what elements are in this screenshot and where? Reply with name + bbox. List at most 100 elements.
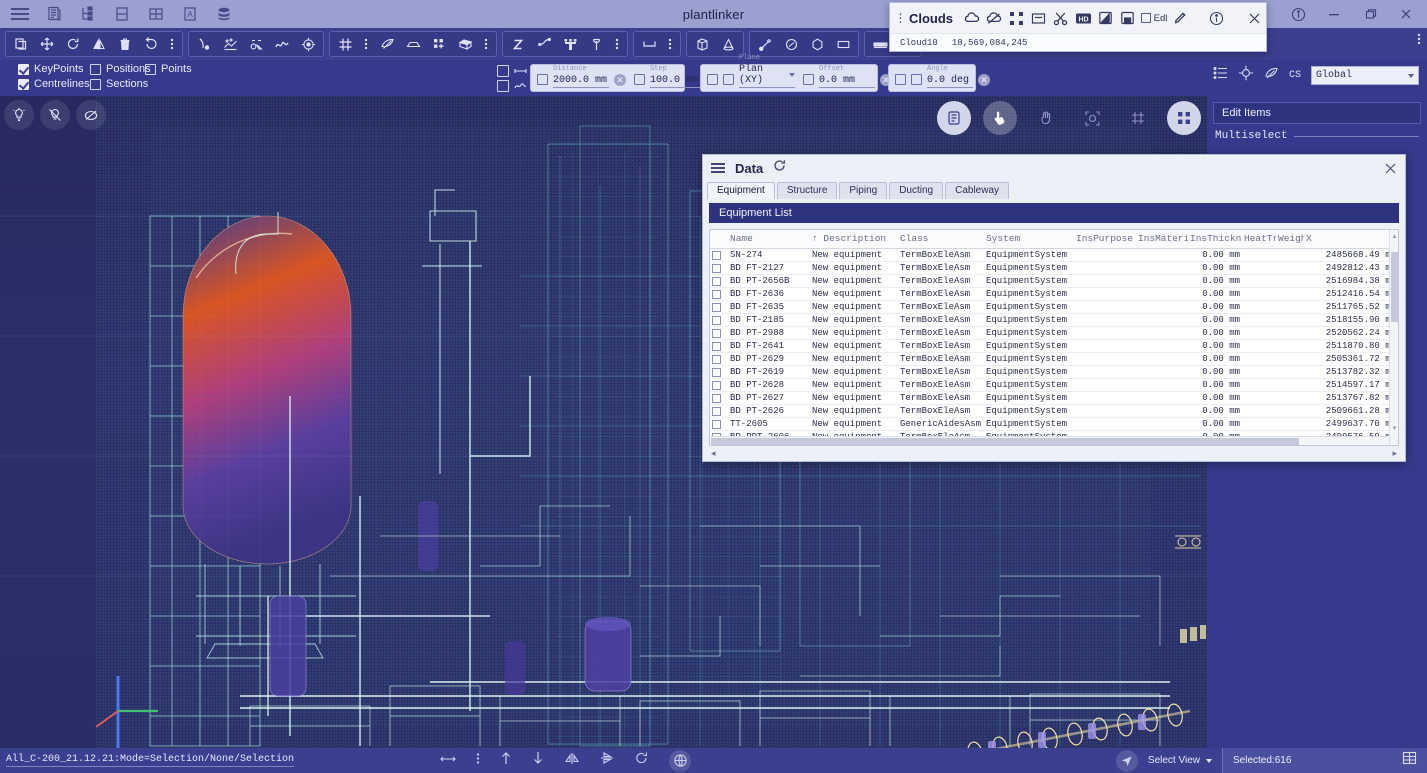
copy-icon[interactable] <box>8 32 34 56</box>
elbow-icon[interactable] <box>531 32 557 56</box>
table-vertical-scrollbar[interactable]: ▴ ▾ <box>1389 230 1398 445</box>
checkbox-box[interactable] <box>537 74 548 85</box>
offset-field[interactable]: Offset 0.0 mm ✕ <box>803 57 892 88</box>
checkbox-box[interactable] <box>634 74 645 85</box>
zoom-window-icon[interactable] <box>1075 101 1109 135</box>
scroll-down-icon[interactable]: ▾ <box>1391 424 1398 433</box>
surface-fit-icon[interactable] <box>217 32 243 56</box>
leaf-icon[interactable] <box>1264 66 1279 86</box>
lightbulb-off-icon[interactable] <box>40 100 70 130</box>
checkbox-sections[interactable]: Points <box>145 63 192 75</box>
row-checkbox[interactable] <box>710 313 728 327</box>
table-row[interactable]: TT-2605 New equipment GenericAidesAsm Equip… <box>710 417 1398 431</box>
z-axis-icon[interactable] <box>505 32 531 56</box>
rotate-icon[interactable] <box>634 751 649 770</box>
move-icon[interactable] <box>34 32 60 56</box>
row-checkbox[interactable] <box>710 391 728 405</box>
refresh-icon[interactable] <box>773 159 786 177</box>
fullscreen-icon[interactable] <box>1005 7 1027 29</box>
box-icon[interactable] <box>452 32 478 56</box>
pen-icon[interactable] <box>1169 7 1191 29</box>
col-x[interactable]: X <box>1304 230 1398 249</box>
col-insmaterial[interactable]: InsMaterial <box>1136 230 1188 249</box>
col-heattrace[interactable]: HeatTrace <box>1242 230 1276 249</box>
arrows-h-icon[interactable] <box>440 752 456 770</box>
globe-icon[interactable] <box>669 749 691 772</box>
table-row[interactable]: BD PT-2626 New equipment TermBoxEleAsm Equi… <box>710 404 1398 418</box>
row-checkbox[interactable] <box>710 274 728 288</box>
row-checkbox[interactable] <box>710 417 728 431</box>
flip-v-icon[interactable] <box>600 751 614 770</box>
data-window[interactable]: Data Equipment Structure Piping Ducting … <box>702 154 1406 462</box>
no-symbol-icon[interactable] <box>76 100 106 130</box>
row-checkbox[interactable] <box>710 261 728 275</box>
tab-structure[interactable]: Structure <box>776 182 838 199</box>
table-horizontal-scrollbar[interactable] <box>710 436 1389 445</box>
grid-view-icon[interactable] <box>142 3 170 25</box>
col-insthickness[interactable]: InsThickness <box>1188 230 1242 249</box>
slab-icon[interactable] <box>400 32 426 56</box>
plane-field[interactable]: Plane Plan (XY) <box>707 46 795 88</box>
cloud-off-icon[interactable] <box>983 7 1005 29</box>
split-view-icon[interactable] <box>108 3 136 25</box>
grid-snap-icon[interactable] <box>1121 101 1155 135</box>
table-row[interactable]: BD FT-2635 New equipment TermBoxEleAsm Equi… <box>710 300 1398 314</box>
row-checkbox[interactable] <box>710 300 728 314</box>
target-icon[interactable] <box>295 32 321 56</box>
tree-icon[interactable] <box>74 3 102 25</box>
mirror-icon[interactable] <box>86 32 112 56</box>
plane-value[interactable]: Plan (XY) <box>739 64 795 88</box>
fit-all-icon[interactable] <box>1167 101 1201 135</box>
step-value[interactable]: 100.0 mm <box>650 75 706 88</box>
angle-value[interactable]: 0.0 deg <box>927 75 973 88</box>
col-class[interactable]: Class <box>898 230 984 249</box>
arrow-up-icon[interactable] <box>500 751 512 770</box>
tab-equipment[interactable]: Equipment <box>707 182 775 199</box>
table-row[interactable]: BD PT-2627 New equipment TermBoxEleAsm Equi… <box>710 391 1398 405</box>
clouds-row[interactable]: Cloud10 18,569,084,245 <box>890 33 1266 51</box>
layers-icon[interactable] <box>937 101 971 135</box>
table-row[interactable]: BD PT-2656B New equipment TermBoxEleAsm Equ… <box>710 274 1398 288</box>
angle-field[interactable]: Angle 0.0 deg ✕ <box>895 57 990 88</box>
checkbox-box[interactable] <box>895 74 906 85</box>
list-icon[interactable] <box>1213 66 1228 85</box>
delete-icon[interactable] <box>112 32 138 56</box>
tee-icon[interactable] <box>557 32 583 56</box>
checkbox-keypoints[interactable]: KeyPoints <box>18 63 90 75</box>
contrast-icon[interactable] <box>1094 7 1116 29</box>
table-row[interactable]: BD FT-2641 New equipment TermBoxEleAsm Equi… <box>710 339 1398 353</box>
cloud-icon[interactable] <box>961 7 983 29</box>
view-cone-icon[interactable] <box>1115 749 1138 772</box>
undo-icon[interactable] <box>138 32 164 56</box>
checkbox-box[interactable] <box>707 74 718 85</box>
equipment-table-container[interactable]: Name ↑ Description Class System InsPurpo… <box>709 229 1399 446</box>
checkbox-box-2[interactable] <box>911 74 922 85</box>
shape-fit-icon[interactable] <box>243 32 269 56</box>
distance-value[interactable]: 2000.0 mm <box>553 75 609 88</box>
scroll-left-icon[interactable]: ◂ <box>711 448 716 459</box>
row-checkbox[interactable] <box>710 339 728 353</box>
more-vertical-icon[interactable] <box>662 32 678 56</box>
row-checkbox[interactable] <box>710 248 728 262</box>
valve-icon[interactable] <box>583 32 609 56</box>
checkbox-points[interactable]: Sections <box>90 78 151 90</box>
tab-cableway[interactable]: Cableway <box>945 182 1010 199</box>
arrow-down-icon[interactable] <box>532 751 544 770</box>
rotate-icon[interactable] <box>60 32 86 56</box>
col-y[interactable]: Y <box>1398 230 1399 249</box>
col-name[interactable]: Name <box>728 230 810 249</box>
row-checkbox[interactable] <box>710 287 728 301</box>
table-row[interactable]: BD FT-2636 New equipment TermBoxEleAsm Equi… <box>710 287 1398 301</box>
pick-point-icon[interactable] <box>191 32 217 56</box>
col-weight[interactable]: Weight <box>1276 230 1304 249</box>
u-bracket-icon[interactable] <box>636 32 662 56</box>
row-checkbox[interactable] <box>710 352 728 366</box>
clear-distance-icon[interactable]: ✕ <box>614 74 626 86</box>
table-row[interactable]: BD FT-2185 New equipment TermBoxEleAsm Equi… <box>710 313 1398 327</box>
hand-pan-icon[interactable] <box>1029 101 1063 135</box>
scroll-right-icon[interactable]: ▸ <box>1392 448 1397 459</box>
info-icon[interactable] <box>1206 7 1228 29</box>
col-description[interactable]: ↑ Description <box>810 230 898 249</box>
table-icon[interactable] <box>1402 751 1417 770</box>
hd-icon[interactable]: HD <box>1072 7 1094 29</box>
